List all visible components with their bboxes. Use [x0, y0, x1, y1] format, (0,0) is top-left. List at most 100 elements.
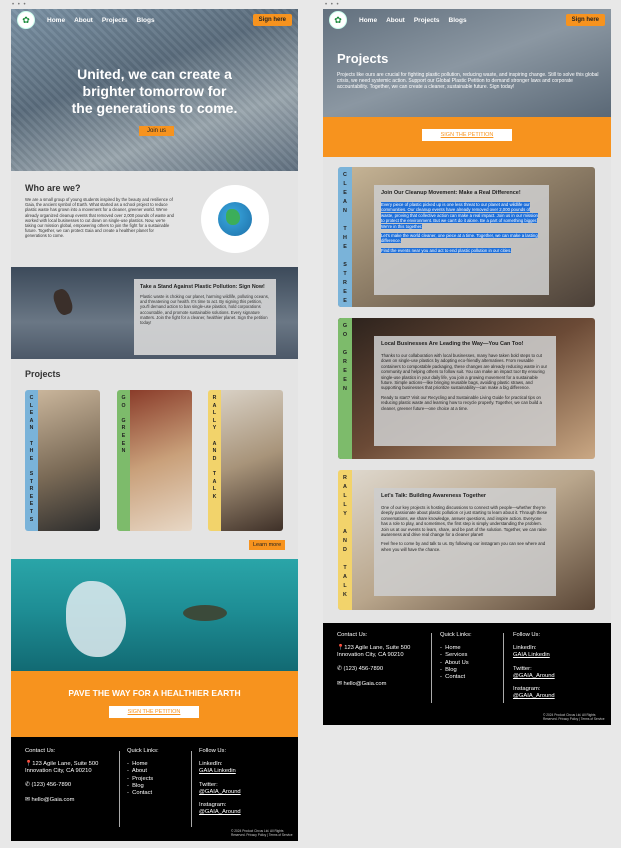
stripe-letter: E: [343, 298, 347, 304]
footer-link-about[interactable]: - About: [127, 768, 187, 775]
footer-link-projects[interactable]: - Projects: [127, 776, 187, 783]
footer-link-home[interactable]: - Home: [440, 645, 500, 652]
stripe-letter: E: [343, 244, 347, 250]
instagram-link[interactable]: @GAIA_Around: [199, 809, 294, 816]
stripe-letter: T: [343, 226, 347, 232]
footer-email[interactable]: hello@Gaia.com: [343, 681, 386, 687]
footer-quick-links: Quick Links: - Home - About - Projects -…: [127, 748, 187, 797]
stripe-letter: L: [29, 402, 34, 409]
footer-link-blog[interactable]: - Blog: [440, 667, 500, 674]
stripe-letter: R: [343, 475, 347, 481]
footer-contact: Contact Us: 📍123 Agile Lane, Suite 500 I…: [25, 748, 120, 804]
project-stripe: RALLY AND TALK: [338, 470, 352, 610]
project-photo: [130, 390, 192, 531]
stripe-letter: T: [343, 306, 346, 307]
project-card-clean-streets[interactable]: CLEAN THE STREETS: [25, 390, 100, 531]
stripe-letter: E: [29, 501, 34, 508]
stripe-letter: [123, 410, 124, 418]
stripe-letter: L: [343, 493, 347, 499]
projects-intro: Projects like ours are crucial for fight…: [337, 72, 599, 91]
address-line-1: 123 Agile Lane, Suite 500: [344, 645, 411, 652]
linkedin-link[interactable]: GAIA Linkedin: [199, 768, 294, 775]
linkedin-label: LinkedIn:: [199, 761, 223, 768]
copyright: © 2024 Product Circus Ltd. All Rights Re…: [543, 713, 605, 721]
petition-banner: Take a Stand Against Plastic Pollution: …: [11, 267, 298, 359]
footer-link-contact[interactable]: - Contact: [440, 674, 500, 681]
stripe-letter: A: [212, 478, 217, 485]
card-title: Local Businesses Are Leading the Way—You…: [381, 341, 524, 347]
nav-home[interactable]: Home: [359, 17, 377, 24]
footer-phone[interactable]: (123) 456-7890: [343, 666, 383, 672]
stripe-letter: H: [343, 235, 347, 241]
card-text: Thanks to our collaboration with local b…: [381, 353, 548, 391]
stripe-letter: L: [343, 181, 347, 187]
nav-about[interactable]: About: [74, 17, 93, 24]
stripe-letter: E: [343, 368, 347, 374]
footer-divider: [119, 751, 120, 827]
stripe-letter: G: [342, 350, 348, 356]
gaia-logo-icon[interactable]: ✿: [17, 11, 35, 29]
follow-title: Follow Us:: [199, 748, 227, 754]
footer-link-blog[interactable]: - Blog: [127, 783, 187, 790]
stripe-letter: K: [343, 592, 347, 598]
stand-text: Plastic waste is choking our planet, har…: [140, 294, 269, 326]
card-title: Join Our Cleanup Movement: Make a Real D…: [381, 190, 521, 196]
nav-about[interactable]: About: [386, 17, 405, 24]
stripe-letter: S: [29, 516, 34, 523]
stripe-letter: G: [121, 395, 126, 401]
card-text: Every piece of plastic picked up is one …: [381, 202, 538, 229]
stripe-letter: A: [343, 484, 347, 490]
footer-phone[interactable]: (123) 456-7890: [31, 782, 71, 788]
stripe-letter: R: [29, 486, 34, 493]
nav-projects[interactable]: Projects: [102, 17, 128, 24]
turtle-image: [183, 605, 227, 621]
sign-here-button[interactable]: Sign here: [252, 14, 292, 26]
stripe-letter: L: [212, 417, 217, 424]
stripe-letter: E: [121, 432, 126, 439]
instagram-link[interactable]: @GAIA_Around: [513, 693, 608, 700]
project-card-go-green[interactable]: GO GREEN: [117, 390, 192, 531]
who-title: Who are we?: [25, 183, 81, 193]
gaia-logo-icon[interactable]: ✿: [329, 11, 347, 29]
stripe-letter: C: [29, 395, 34, 401]
footer-contact: Contact Us: 📍123 Agile Lane, Suite 500 I…: [337, 632, 432, 688]
sign-petition-button[interactable]: SIGN THE PETITION: [109, 706, 199, 718]
twitter-link[interactable]: @GAIA_Around: [513, 673, 608, 680]
quick-links-title: Quick Links:: [440, 632, 472, 638]
footer-divider: [503, 633, 504, 703]
stripe-letter: A: [29, 417, 34, 424]
nav-blogs[interactable]: Blogs: [449, 17, 467, 24]
stripe-letter: E: [121, 440, 126, 447]
stripe-letter: T: [29, 440, 34, 447]
stripe-letter: E: [343, 289, 347, 295]
sign-petition-button[interactable]: SIGN THE PETITION: [422, 129, 512, 141]
card-text-3: Find the events near you and act to end …: [381, 247, 512, 253]
linkedin-link[interactable]: GAIA Linkedin: [513, 652, 608, 659]
footer-link-about-us[interactable]: - About Us: [440, 660, 500, 667]
sign-here-button[interactable]: Sign here: [565, 14, 605, 26]
globe-icon: [218, 202, 252, 236]
project-stripe: CLEAN THE STREETS: [25, 390, 38, 531]
stripe-letter: R: [212, 395, 217, 401]
footer-email[interactable]: hello@Gaia.com: [31, 797, 74, 803]
project-detail-rally-talk: RALLY AND TALK Let's Talk: Building Awar…: [338, 470, 595, 610]
projects-page-title: Projects: [337, 51, 389, 66]
nav-home[interactable]: Home: [47, 17, 65, 24]
stripe-letter: A: [343, 199, 347, 205]
footer-link-contact[interactable]: - Contact: [127, 790, 187, 797]
twitter-link[interactable]: @GAIA_Around: [199, 789, 294, 796]
stripe-letter: N: [343, 208, 347, 214]
stripe-letter: D: [343, 547, 347, 553]
join-us-button[interactable]: Join us: [139, 126, 175, 136]
project-card-rally-talk[interactable]: RALLY AND TALK: [208, 390, 283, 531]
stripe-letter: N: [343, 386, 347, 392]
stripe-letter: [31, 433, 32, 441]
learn-more-button[interactable]: Learn more: [249, 540, 286, 550]
footer-link-services[interactable]: - Services: [440, 652, 500, 659]
footer-divider: [431, 633, 432, 703]
stripe-letter: R: [343, 359, 347, 365]
twitter-label: Twitter:: [199, 781, 218, 788]
footer-link-home[interactable]: - Home: [127, 761, 187, 768]
nav-projects[interactable]: Projects: [414, 17, 440, 24]
nav-blogs[interactable]: Blogs: [137, 17, 155, 24]
